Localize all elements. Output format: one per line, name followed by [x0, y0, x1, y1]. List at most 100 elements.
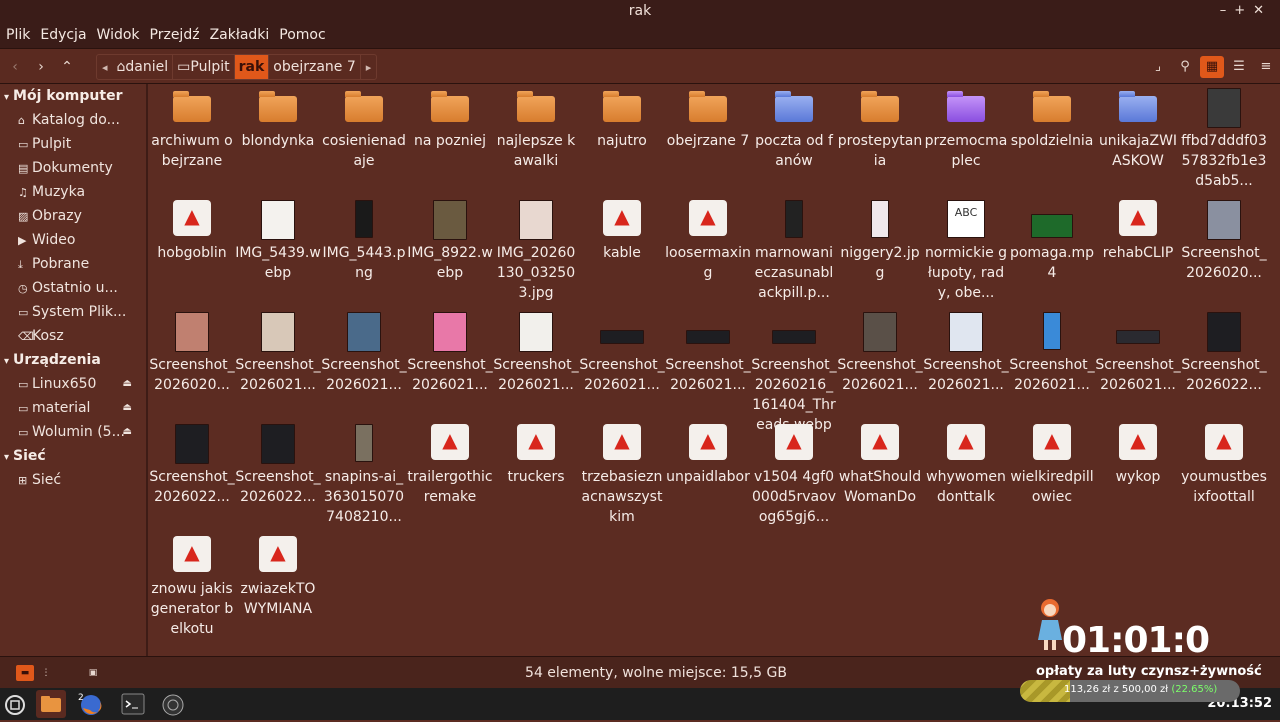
- forward-icon[interactable]: ›: [30, 56, 52, 78]
- folder-item[interactable]: cosienienadaje: [321, 84, 407, 171]
- breadcrumb-home[interactable]: ⌂daniel: [113, 55, 174, 79]
- sidebar-section-header[interactable]: ▾ Sieć: [0, 444, 146, 468]
- file-item[interactable]: Screenshot_2026021...: [235, 308, 321, 395]
- file-item[interactable]: snapins-ai_3630150707408210...: [321, 420, 407, 527]
- file-item[interactable]: youmustbesixfoottall: [1181, 420, 1267, 507]
- folder-item[interactable]: najlepsze kawalki: [493, 84, 579, 171]
- file-item[interactable]: Screenshot_2026022...: [235, 420, 321, 507]
- sidebar-item[interactable]: ⊞ Sieć: [0, 468, 146, 492]
- sidebar-item[interactable]: ▭ System Plik...: [0, 300, 146, 324]
- breadcrumb-pulpit[interactable]: ▭Pulpit: [173, 55, 235, 79]
- file-item[interactable]: pomaga.mp4: [1009, 196, 1095, 283]
- sidebar-item[interactable]: ▭ Pulpit: [0, 132, 146, 156]
- file-item[interactable]: Screenshot_2026021...: [923, 308, 1009, 395]
- firefox-icon[interactable]: 2: [76, 690, 106, 718]
- file-item[interactable]: trzebasieznacnawszystkim: [579, 420, 665, 527]
- file-item[interactable]: Screenshot_2026021...: [1095, 308, 1181, 395]
- file-item[interactable]: IMG_20260130_032503.jpg: [493, 196, 579, 303]
- file-item[interactable]: whywomendonttalk: [923, 420, 1009, 507]
- folder-item[interactable]: najutro: [579, 84, 665, 151]
- file-item[interactable]: kable: [579, 196, 665, 263]
- compact-view-icon[interactable]: ≡: [1254, 56, 1278, 78]
- folder-item[interactable]: archiwum obejrzane: [149, 84, 235, 171]
- menu-pomoc[interactable]: Pomoc: [279, 27, 325, 43]
- sidebar-item[interactable]: ⌂ Katalog do...: [0, 108, 146, 132]
- file-item[interactable]: znowu jakis generator belkotu: [149, 532, 235, 639]
- breadcrumb-rak[interactable]: rak: [234, 55, 270, 79]
- folder-item[interactable]: spoldzielnia: [1009, 84, 1095, 151]
- sidebar-item[interactable]: ▭ Linux650 ⏏: [0, 372, 146, 396]
- file-item[interactable]: v1504 4gf0000d5rvaovog65gj6...: [751, 420, 837, 527]
- file-item[interactable]: trailergothicremake: [407, 420, 493, 507]
- file-item[interactable]: IMG_5439.webp: [235, 196, 321, 283]
- sidebar-item[interactable]: ▶ Wideo: [0, 228, 146, 252]
- file-item[interactable]: marnowanieczasunablackpill.p...: [751, 196, 837, 303]
- eject-icon[interactable]: ⏏: [123, 420, 132, 444]
- file-item[interactable]: Screenshot_2026021...: [837, 308, 923, 395]
- file-item[interactable]: wielkiredpillowiec: [1009, 420, 1095, 507]
- file-item[interactable]: Screenshot_2026022...: [1181, 308, 1267, 395]
- folder-item[interactable]: prostepytania: [837, 84, 923, 171]
- file-item[interactable]: hobgoblin: [149, 196, 235, 263]
- file-item[interactable]: rehabCLIP: [1095, 196, 1181, 263]
- sidebar-item[interactable]: ⌫Kosz: [0, 324, 146, 348]
- eject-icon[interactable]: ⏏: [123, 372, 132, 396]
- file-item[interactable]: Screenshot_2026021...: [665, 308, 751, 395]
- sidebar-item[interactable]: ◷ Ostatnio u...: [0, 276, 146, 300]
- file-item[interactable]: Screenshot_2026020...: [149, 308, 235, 395]
- folder-item[interactable]: obejrzane 7: [665, 84, 751, 151]
- file-item[interactable]: loosermaxing: [665, 196, 751, 283]
- file-item[interactable]: Screenshot_2026021...: [407, 308, 493, 395]
- file-manager-icon[interactable]: [36, 690, 66, 718]
- menu-icon[interactable]: [2, 690, 28, 718]
- file-item[interactable]: Screenshot_2026021...: [1009, 308, 1095, 395]
- folder-item[interactable]: blondynka: [235, 84, 321, 151]
- obs-icon[interactable]: [158, 690, 188, 718]
- menu-przejdz[interactable]: Przejdź: [150, 27, 200, 43]
- file-item[interactable]: whatShouldWomanDo: [837, 420, 923, 507]
- file-item[interactable]: niggery2.jpg: [837, 196, 923, 283]
- file-item[interactable]: wykop: [1095, 420, 1181, 487]
- file-item[interactable]: ABC normickie głupoty, rady, obe...: [923, 196, 1009, 303]
- sidebar-item[interactable]: ⤓ Pobrane: [0, 252, 146, 276]
- file-item[interactable]: Screenshot_2026021...: [579, 308, 665, 395]
- menu-widok[interactable]: Widok: [97, 27, 140, 43]
- menu-zakladki[interactable]: Zakładki: [210, 27, 270, 43]
- file-item[interactable]: Screenshot_2026021...: [321, 308, 407, 395]
- back-icon[interactable]: ‹: [4, 56, 26, 78]
- menu-edycja[interactable]: Edycja: [40, 27, 86, 43]
- breadcrumb-right-icon[interactable]: ▸: [361, 61, 377, 74]
- file-item[interactable]: IMG_5443.png: [321, 196, 407, 283]
- breadcrumb-left-icon[interactable]: ◂: [97, 61, 113, 74]
- sidebar-item[interactable]: ▭ material ⏏: [0, 396, 146, 420]
- path-toggle-icon[interactable]: ⌟: [1146, 56, 1170, 78]
- menu-plik[interactable]: Plik: [6, 27, 30, 43]
- breadcrumb-obejrzane[interactable]: obejrzane 7: [269, 55, 361, 79]
- window-controls[interactable]: –+✕: [1220, 0, 1272, 22]
- folder-item[interactable]: na pozniej: [407, 84, 493, 151]
- sidebar-item[interactable]: ▭ Wolumin (5... ⏏: [0, 420, 146, 444]
- folder-item[interactable]: poczta od fanów: [751, 84, 837, 171]
- folder-item[interactable]: unikajaZWIASKOW: [1095, 84, 1181, 171]
- sidebar-section-header[interactable]: ▾ Mój komputer: [0, 84, 146, 108]
- file-item[interactable]: Screenshot_2026020...: [1181, 196, 1267, 283]
- file-item[interactable]: Screenshot_20260216_161404_Threads.webp: [751, 308, 837, 435]
- file-item[interactable]: zwiazekTOWYMIANA: [235, 532, 321, 619]
- file-item[interactable]: ffbd7dddf0357832fb1e3d5ab5...: [1181, 84, 1267, 191]
- list-view-icon[interactable]: ☰: [1227, 56, 1251, 78]
- eject-icon[interactable]: ⏏: [123, 396, 132, 420]
- file-item[interactable]: truckers: [493, 420, 579, 487]
- file-item[interactable]: Screenshot_2026021...: [493, 308, 579, 395]
- file-item[interactable]: Screenshot_2026022...: [149, 420, 235, 507]
- up-icon[interactable]: ⌃: [56, 56, 78, 78]
- terminal-icon[interactable]: [118, 690, 148, 718]
- sidebar-item[interactable]: ▨ Obrazy: [0, 204, 146, 228]
- icon-view-icon[interactable]: ▦: [1200, 56, 1224, 78]
- file-item[interactable]: IMG_8922.webp: [407, 196, 493, 283]
- sidebar-section-header[interactable]: ▾ Urządzenia: [0, 348, 146, 372]
- sidebar-item[interactable]: ▤ Dokumenty: [0, 156, 146, 180]
- search-icon[interactable]: ⚲: [1173, 56, 1197, 78]
- sidebar-item[interactable]: ♫ Muzyka: [0, 180, 146, 204]
- file-item[interactable]: unpaidlabor: [665, 420, 751, 487]
- folder-item[interactable]: przemocmaplec: [923, 84, 1009, 171]
